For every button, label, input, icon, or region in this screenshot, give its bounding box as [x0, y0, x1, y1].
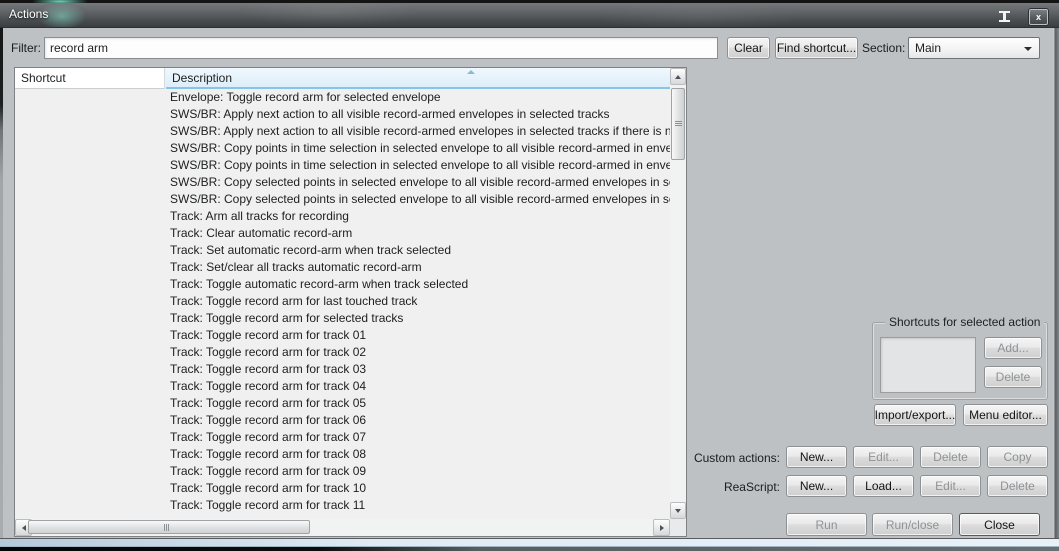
vertical-scrollbar[interactable] — [670, 68, 686, 519]
scroll-up-button[interactable] — [670, 68, 686, 85]
list-item[interactable]: Track: Toggle record arm for track 04 — [15, 378, 670, 395]
scrollbar-grip — [164, 524, 170, 531]
section-label: Section: — [862, 41, 906, 55]
custom-new-button[interactable]: New... — [786, 446, 847, 468]
column-header-shortcut[interactable]: Shortcut — [15, 68, 165, 89]
close-button[interactable]: Close — [959, 513, 1040, 536]
list-item[interactable]: Track: Toggle automatic record-arm when … — [15, 276, 670, 293]
aero-border — [0, 539, 1059, 547]
list-item[interactable]: Track: Toggle record arm for track 02 — [15, 344, 670, 361]
add-shortcut-button[interactable]: Add... — [984, 337, 1042, 359]
list-header: Shortcut Description — [15, 68, 670, 89]
list-item[interactable]: Track: Set automatic record-arm when tra… — [15, 242, 670, 259]
sort-ascending-icon — [467, 70, 475, 74]
custom-edit-button[interactable]: Edit... — [853, 446, 914, 468]
window-right-edge — [1053, 28, 1059, 538]
close-icon[interactable]: x — [1029, 9, 1048, 25]
run-button[interactable]: Run — [786, 513, 867, 536]
pin-icon[interactable] — [998, 11, 1011, 22]
chevron-down-icon — [1024, 47, 1032, 51]
filter-input[interactable]: record arm — [44, 37, 718, 59]
reascript-edit-button[interactable]: Edit... — [920, 475, 981, 497]
list-item[interactable]: SWS/BR: Apply next action to all visible… — [15, 106, 670, 123]
list-item[interactable]: SWS/BR: Copy points in time selection in… — [15, 140, 670, 157]
list-item[interactable]: Track: Arm all tracks for recording — [15, 208, 670, 225]
delete-shortcut-button[interactable]: Delete — [984, 366, 1042, 388]
list-item[interactable]: Track: Toggle record arm for selected tr… — [15, 310, 670, 327]
section-value: Main — [915, 41, 942, 55]
list-item[interactable]: SWS/BR: Copy selected points in selected… — [15, 174, 670, 191]
list-item[interactable]: Track: Toggle record arm for track 06 — [15, 412, 670, 429]
list-item[interactable]: Track: Toggle record arm for track 01 — [15, 327, 670, 344]
triangle-down-icon — [675, 508, 681, 513]
reascript-new-button[interactable]: New... — [786, 475, 847, 497]
list-item[interactable]: Track: Toggle record arm for track 11 — [15, 497, 670, 514]
horizontal-scrollbar[interactable] — [15, 519, 670, 536]
find-shortcut-button[interactable]: Find shortcut... — [775, 37, 858, 59]
filter-label: Filter: — [11, 41, 41, 55]
list-item[interactable]: Track: Toggle record arm for last touche… — [15, 293, 670, 310]
custom-actions-label: Custom actions: — [693, 451, 780, 465]
reascript-load-button[interactable]: Load... — [853, 475, 914, 497]
section-select[interactable]: Main — [908, 37, 1040, 59]
import-export-button[interactable]: Import/export... — [874, 404, 956, 426]
list-item[interactable]: Track: Set/clear all tracks automatic re… — [15, 259, 670, 276]
bottom-shadow — [0, 547, 1059, 551]
run-close-button[interactable]: Run/close — [872, 513, 953, 536]
shortcut-listbox[interactable] — [880, 337, 976, 393]
action-list: Shortcut Description Envelope: Toggle re… — [14, 67, 687, 537]
list-item[interactable]: Track: Toggle record arm for track 07 — [15, 429, 670, 446]
triangle-up-icon — [675, 74, 681, 79]
list-item[interactable]: Track: Toggle record arm for track 08 — [15, 446, 670, 463]
custom-delete-button[interactable]: Delete — [920, 446, 981, 468]
menu-editor-button[interactable]: Menu editor... — [963, 404, 1048, 426]
scrollbar-grip — [675, 121, 682, 127]
action-list-rows: Envelope: Toggle record arm for selected… — [15, 89, 670, 519]
scroll-down-button[interactable] — [670, 502, 686, 519]
list-item[interactable]: Track: Toggle record arm for track 10 — [15, 480, 670, 497]
shortcuts-groupbox-title: Shortcuts for selected action — [885, 315, 1045, 329]
scroll-right-button[interactable] — [653, 519, 670, 536]
list-item[interactable]: Track: Toggle record arm for track 05 — [15, 395, 670, 412]
column-header-description[interactable]: Description — [166, 68, 670, 89]
custom-copy-button[interactable]: Copy — [987, 446, 1048, 468]
list-item[interactable]: Track: Toggle record arm for track 09 — [15, 463, 670, 480]
clear-button[interactable]: Clear — [727, 37, 770, 59]
actions-window: Actions x Filter: record arm Clear Find … — [0, 0, 1059, 551]
list-item[interactable]: Envelope: Toggle record arm for selected… — [15, 89, 670, 106]
list-item[interactable]: Track: Clear automatic record-arm — [15, 225, 670, 242]
reascript-label: ReaScript: — [723, 480, 780, 494]
titlebar[interactable]: Actions x — [0, 3, 1059, 28]
list-item[interactable]: SWS/BR: Apply next action to all visible… — [15, 123, 670, 140]
triangle-left-icon — [21, 524, 26, 531]
list-item[interactable]: Track: Toggle record arm for track 03 — [15, 361, 670, 378]
scrollbar-corner — [670, 519, 686, 536]
window-left-edge — [0, 28, 3, 538]
triangle-right-icon — [659, 524, 664, 531]
list-item[interactable]: SWS/BR: Copy selected points in selected… — [15, 191, 670, 208]
list-item[interactable]: SWS/BR: Copy points in time selection in… — [15, 157, 670, 174]
window-bottom-edge — [0, 538, 1059, 551]
reascript-delete-button[interactable]: Delete — [987, 475, 1048, 497]
window-title: Actions — [9, 7, 49, 21]
horizontal-scrollbar-thumb[interactable] — [28, 520, 310, 534]
vertical-scrollbar-thumb[interactable] — [671, 88, 685, 160]
